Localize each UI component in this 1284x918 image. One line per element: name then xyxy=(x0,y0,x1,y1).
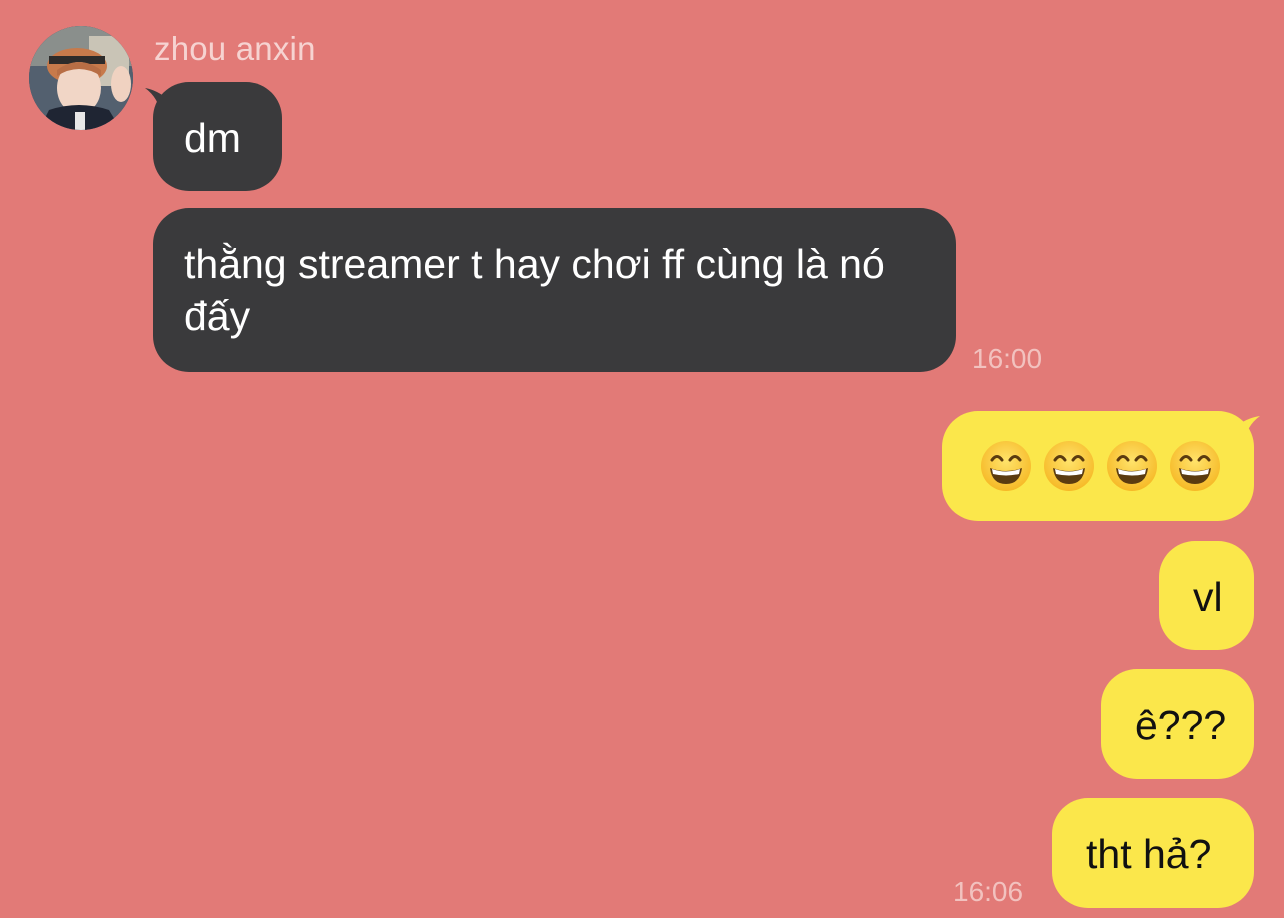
avatar-photo xyxy=(29,26,133,130)
grinning-face-emoji-icon xyxy=(981,441,1031,491)
sender-name: zhou anxin xyxy=(154,30,316,67)
grinning-face-emoji-icon xyxy=(1044,441,1094,491)
message-text: dm xyxy=(184,115,241,161)
message-text: thằng streamer t hay chơi ff cùng là nó … xyxy=(184,241,885,339)
message-text: ê??? xyxy=(1135,702,1227,748)
avatar[interactable] xyxy=(29,26,133,130)
incoming-message-bubble[interactable]: thằng streamer t hay chơi ff cùng là nó … xyxy=(153,208,956,372)
message-text: tht hả? xyxy=(1086,831,1212,877)
grinning-face-emoji-icon xyxy=(1107,441,1157,491)
outgoing-message-bubble[interactable]: tht hả? xyxy=(1052,798,1254,908)
message-timestamp: 16:00 xyxy=(972,343,1043,374)
grinning-face-emoji-icon xyxy=(1170,441,1220,491)
message-timestamp: 16:06 xyxy=(953,876,1024,907)
outgoing-message-bubble[interactable]: ê??? xyxy=(1101,669,1254,779)
emoji-row xyxy=(978,440,1223,492)
outgoing-message-bubble[interactable] xyxy=(942,411,1254,521)
message-text: vl xyxy=(1193,574,1223,620)
outgoing-message-bubble[interactable]: vl xyxy=(1159,541,1254,650)
incoming-message-bubble[interactable]: dm xyxy=(153,82,282,191)
